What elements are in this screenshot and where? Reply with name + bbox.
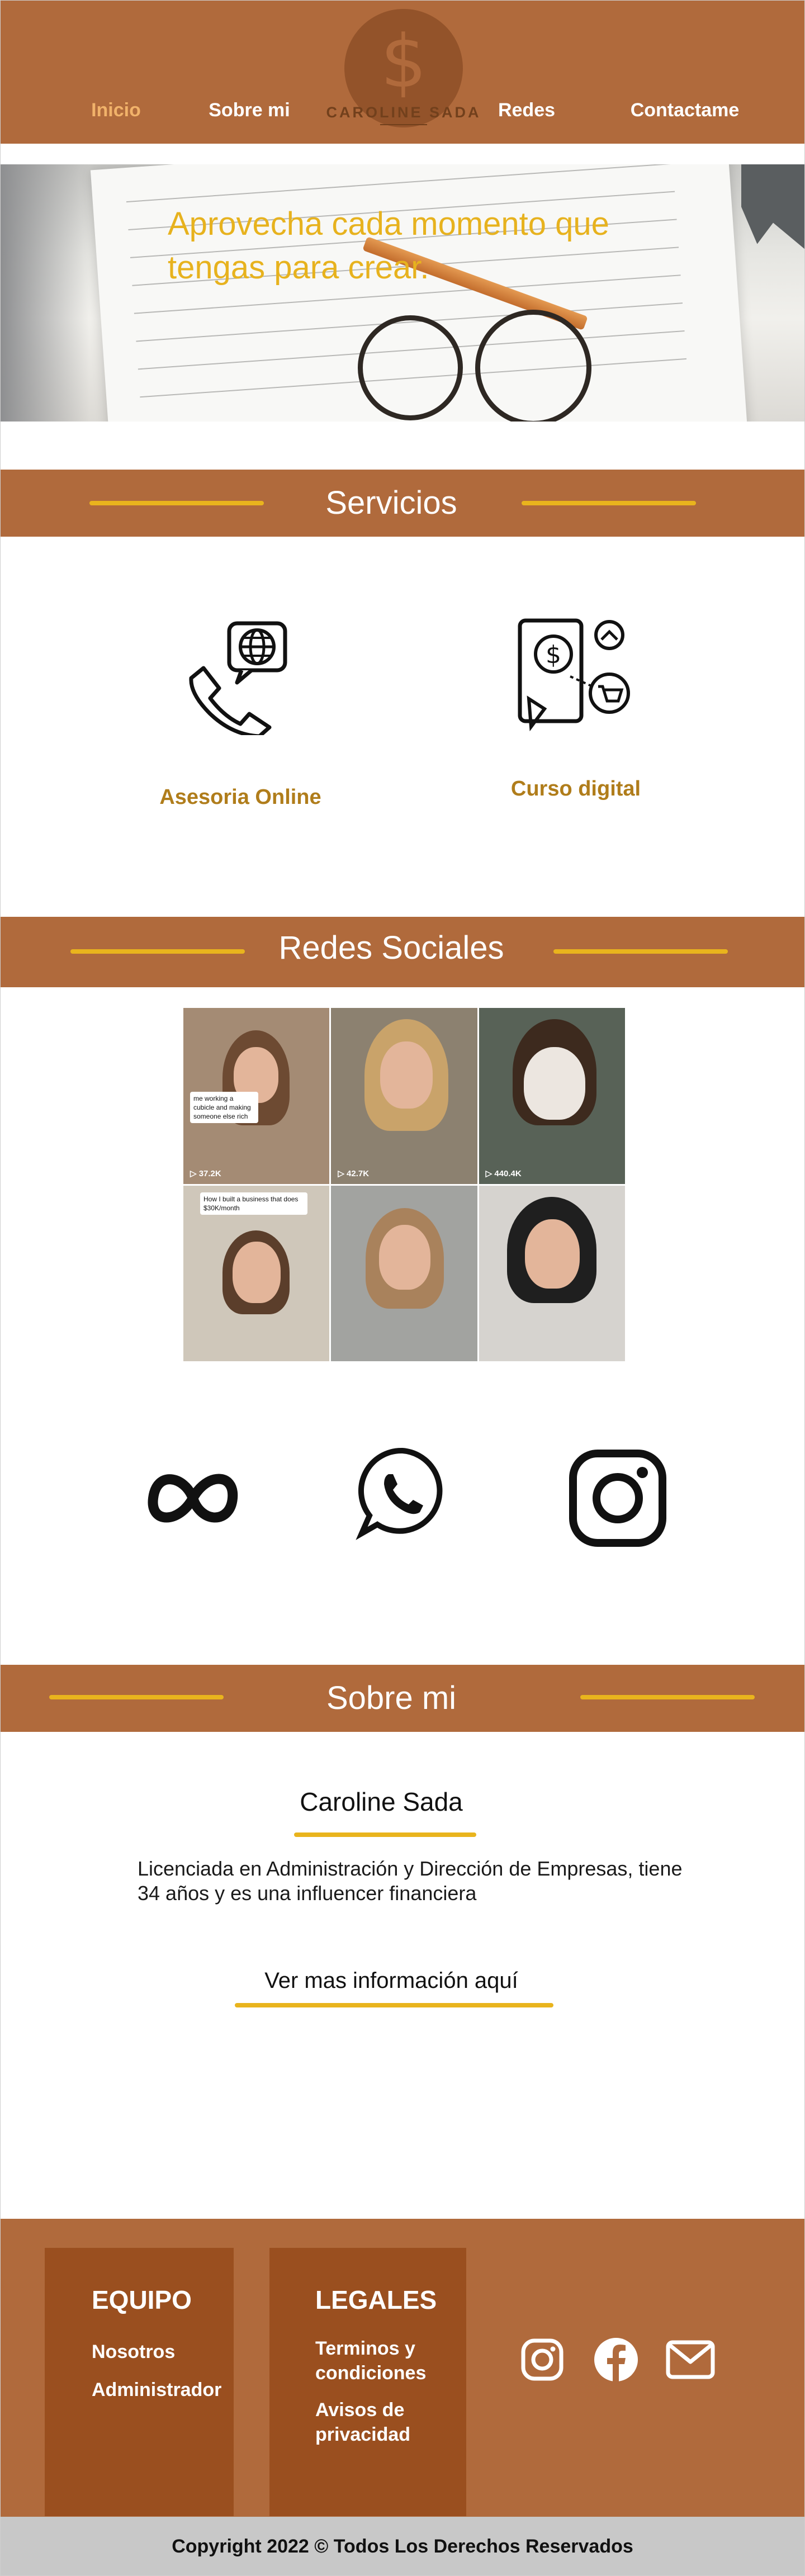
meta-icon[interactable] <box>143 1456 243 1540</box>
phone-globe-icon[interactable] <box>179 618 291 738</box>
footer-link-administrador[interactable]: Administrador <box>92 2378 231 2402</box>
footer-link-privacidad[interactable]: Avisos de privacidad <box>315 2398 438 2447</box>
logo-text: CAROLINE SADA <box>326 104 481 121</box>
service-label-curso[interactable]: Curso digital <box>464 777 688 801</box>
nav-link-contactame[interactable]: Contactame <box>621 96 749 124</box>
social-section-bar: Redes Sociales <box>0 917 805 987</box>
more-info-link[interactable]: Ver mas información aquí <box>168 1968 615 1993</box>
tiktok-video-grid: me working a cubicle and making someone … <box>183 1008 625 1361</box>
view-count: ▷ 37.2K <box>190 1168 221 1178</box>
view-count: ▷ 440.4K <box>485 1168 522 1178</box>
decor-line-right <box>553 949 728 954</box>
about-section-bar: Sobre mi <box>0 1665 805 1732</box>
decor-line-right <box>580 1695 755 1699</box>
footer-legal-heading: LEGALES <box>315 2285 437 2314</box>
svg-text:$: $ <box>546 641 561 669</box>
video-tile[interactable]: ▷ 440.4K <box>479 1008 625 1184</box>
nav-link-sobre-mi[interactable]: Sobre mi <box>201 96 297 124</box>
decor-line-right <box>522 501 696 505</box>
dollar-logo-icon: $ <box>380 19 427 104</box>
top-nav-bar: Inicio Sobre mi $ CAROLINE SADA Redes Co… <box>0 0 805 144</box>
video-tile[interactable] <box>331 1185 477 1361</box>
glasses-right-lens <box>475 310 591 422</box>
instagram-icon[interactable] <box>565 1445 671 1551</box>
link-underline <box>235 2003 553 2007</box>
video-tile[interactable]: How I built a business that does $30K/mo… <box>183 1185 330 1361</box>
footer-team-column: EQUIPO Nosotros Administrador <box>45 2248 234 2516</box>
social-title: Redes Sociales <box>278 930 504 966</box>
view-count: ▷ 42.7K <box>338 1168 370 1178</box>
facebook-icon[interactable] <box>593 2336 640 2383</box>
name-underline <box>294 1832 476 1837</box>
service-label-asesoria[interactable]: Asesoria Online <box>129 785 352 809</box>
video-tile[interactable]: me working a cubicle and making someone … <box>183 1008 330 1184</box>
video-caption: me working a cubicle and making someone … <box>190 1092 258 1123</box>
video-tile[interactable]: ▷ 42.7K <box>331 1008 477 1184</box>
services-title: Servicios <box>325 485 457 521</box>
nav-link-inicio[interactable]: Inicio <box>73 96 159 124</box>
copyright-text: Copyright 2022 © Todos Los Derechos Rese… <box>0 2517 805 2576</box>
decor-line-left <box>89 501 264 505</box>
footer-legal-column: LEGALES Terminos y condiciones Avisos de… <box>269 2248 466 2516</box>
hero-shadow <box>0 164 89 422</box>
glasses-left-lens <box>358 315 463 420</box>
decor-line-left <box>49 1695 224 1699</box>
hero-headline: Aprovecha cada momento que tengas para c… <box>168 206 609 286</box>
mail-icon[interactable] <box>665 2340 716 2380</box>
footer-link-terminos[interactable]: Terminos y condiciones <box>315 2336 438 2385</box>
footer-link-nosotros[interactable]: Nosotros <box>92 2340 231 2364</box>
nav-link-redes[interactable]: Redes <box>487 96 566 124</box>
logo-underline <box>380 124 427 125</box>
about-person-name: Caroline Sada <box>300 1787 463 1816</box>
video-tile[interactable] <box>479 1185 625 1361</box>
whatsapp-icon[interactable] <box>352 1442 453 1543</box>
about-title: Sobre mi <box>326 1680 457 1716</box>
tablet-shopping-icon[interactable]: $ <box>509 615 637 732</box>
instagram-icon[interactable] <box>520 2337 565 2382</box>
video-caption: How I built a business that does $30K/mo… <box>200 1192 307 1215</box>
decor-line-left <box>70 949 245 954</box>
about-description: Licenciada en Administración y Dirección… <box>138 1857 683 1905</box>
footer: EQUIPO Nosotros Administrador LEGALES Te… <box>0 2219 805 2517</box>
footer-team-heading: EQUIPO <box>92 2285 192 2314</box>
services-section-bar: Servicios <box>0 470 805 537</box>
